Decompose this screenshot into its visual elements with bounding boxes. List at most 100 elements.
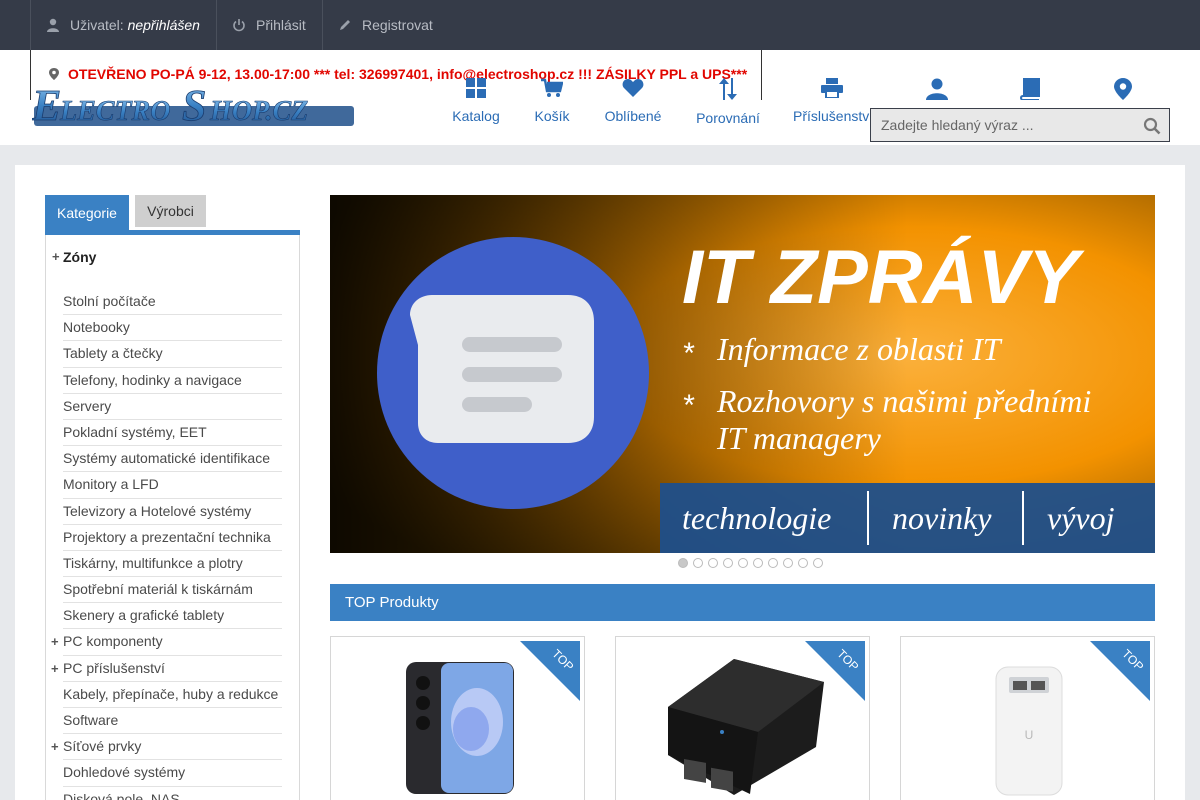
top-badge: TOP (1090, 641, 1150, 701)
nav-catalog-label: Katalog (452, 108, 500, 124)
slider-dot[interactable] (723, 558, 733, 568)
category-label: Televizory a Hotelové systémy (63, 502, 252, 519)
top-products-title: TOP Produkty (330, 584, 1155, 621)
category-label: Pokladní systémy, EET (63, 423, 207, 440)
nav-favorites-label: Oblíbené (604, 108, 662, 124)
category-item[interactable]: Pokladní systémy, EET (63, 420, 282, 447)
slider-dot[interactable] (678, 558, 688, 568)
category-item[interactable]: Telefony, hodinky a navigace (63, 368, 282, 394)
banner-headline: IT ZPRÁVY (682, 235, 1085, 320)
svg-text:S: S (182, 81, 206, 130)
slider-dot[interactable] (753, 558, 763, 568)
user-icon (47, 18, 59, 32)
nav-compare-label: Porovnání (696, 110, 760, 126)
category-label: Dohledové systémy (63, 764, 186, 781)
register-link[interactable]: Registrovat (322, 0, 452, 50)
electroshop-logo[interactable]: E LECTRO S HOP.CZ (32, 80, 357, 132)
nav-accessories[interactable]: Příslušenství (793, 78, 873, 124)
login-label: Přihlásit (256, 17, 306, 33)
banner-bullet-2a: Rozhovory s našimi předními (716, 383, 1091, 419)
slider-dots (678, 558, 823, 570)
top-badge: TOP (520, 641, 580, 701)
category-label: Kabely, přepínače, huby a redukce (63, 685, 279, 702)
category-item[interactable]: Televizory a Hotelové systémy (63, 499, 282, 525)
category-label: Síťové prvky (63, 738, 142, 755)
expand-plus-icon: + (51, 660, 59, 676)
nav-compare[interactable]: Porovnání (694, 78, 762, 126)
category-label: Tablety a čtečky (63, 345, 163, 362)
category-item[interactable]: Notebooky (63, 315, 282, 342)
category-item[interactable]: Tablety a čtečky (63, 341, 282, 368)
main-panel: Kategorie Výrobci + Zóny Stolní počítače… (15, 165, 1185, 800)
slider-dot[interactable] (798, 558, 808, 568)
svg-text:LECTRO: LECTRO (59, 96, 170, 127)
slider-dot[interactable] (813, 558, 823, 568)
product-card[interactable]: TOP (330, 636, 585, 800)
expand-plus-icon[interactable]: + (52, 249, 60, 264)
category-label: PC příslušenství (63, 659, 165, 676)
category-item[interactable]: Stolní počítače (63, 289, 282, 316)
search-icon[interactable] (1143, 117, 1161, 135)
nav-cart[interactable]: Košík (530, 78, 574, 124)
category-label: Disková pole, NAS (63, 790, 180, 800)
map-marker-icon[interactable] (1114, 78, 1132, 100)
slider-dot[interactable] (783, 558, 793, 568)
tab-manufacturers[interactable]: Výrobci (135, 195, 206, 227)
category-label: Telefony, hodinky a navigace (63, 371, 242, 388)
category-label: Notebooky (63, 319, 130, 336)
nav-catalog[interactable]: Katalog (450, 78, 502, 124)
category-label: Stolní počítače (63, 293, 156, 309)
nav-cart-label: Košík (534, 108, 570, 124)
category-item[interactable]: Systémy automatické identifikace (63, 446, 282, 473)
category-item[interactable]: Monitory a LFD (63, 472, 282, 499)
category-label: PC komponenty (63, 633, 163, 650)
banner-bullet-2b: IT managery (716, 420, 882, 456)
category-item[interactable]: + PC komponenty (51, 629, 282, 656)
slider-dot[interactable] (693, 558, 703, 568)
category-label: Monitory a LFD (63, 476, 159, 493)
svg-text:U: U (1025, 728, 1034, 742)
bullet-star-icon: * (682, 389, 695, 422)
nav-favorites[interactable]: Oblíbené (603, 78, 663, 124)
category-sidebar: + Zóny Stolní počítače Notebooky Tablety… (45, 235, 300, 800)
banner-footer-3: vývoj (1047, 500, 1115, 536)
user-status: Uživatel: nepřihlášen (30, 0, 217, 50)
top-bar: Uživatel: nepřihlášen Přihlásit Registro… (0, 0, 1200, 50)
category-item[interactable]: Projektory a prezentační technika (63, 525, 282, 551)
heart-icon (622, 79, 644, 97)
category-label: Software (63, 712, 119, 728)
header: OTEVŘENO PO-PÁ 9-12, 13.00-17:00 *** tel… (0, 50, 1200, 145)
sidebar-tabs: Kategorie Výrobci (45, 195, 300, 235)
slider-dot[interactable] (708, 558, 718, 568)
category-item[interactable]: Skenery a grafické tablety (63, 603, 282, 630)
category-item[interactable]: Software (63, 708, 282, 735)
product-card[interactable]: TOP (615, 636, 870, 800)
printer-icon (821, 78, 843, 98)
top-badge: TOP (805, 641, 865, 701)
slider-dot[interactable] (738, 558, 748, 568)
account-icon[interactable] (926, 78, 948, 100)
banner-footer-1: technologie (682, 500, 831, 536)
banner-bullet-1: Informace z oblasti IT (716, 331, 1003, 367)
book-icon[interactable] (1020, 78, 1040, 100)
category-item[interactable]: Kabely, přepínače, huby a redukce (63, 682, 282, 708)
category-item[interactable]: Tiskárny, multifunkce a plotry (63, 551, 282, 578)
news-banner[interactable]: IT ZPRÁVY * Informace z oblasti IT * Roz… (330, 195, 1155, 553)
compare-arrows-icon (719, 78, 737, 100)
slider-dot[interactable] (768, 558, 778, 568)
category-item[interactable]: Spotřební materiál k tiskárnám (63, 577, 282, 604)
bullet-star-icon: * (682, 337, 695, 370)
login-link[interactable]: Přihlásit (216, 0, 323, 50)
category-label: Spotřební materiál k tiskárnám (63, 581, 253, 598)
tab-categories[interactable]: Kategorie (45, 195, 129, 231)
category-item[interactable]: Dohledové systémy (63, 760, 282, 787)
zone-title[interactable]: Zóny (63, 249, 96, 265)
category-item[interactable]: Disková pole, NAS (63, 787, 282, 800)
category-item[interactable]: Servery (63, 394, 282, 420)
category-item[interactable]: + Síťové prvky (51, 734, 282, 761)
category-item[interactable]: + PC příslušenství (51, 656, 282, 682)
search-input[interactable] (871, 109, 1131, 141)
product-card[interactable]: U TOP (900, 636, 1155, 800)
svg-text:HOP.CZ: HOP.CZ (209, 96, 308, 127)
cart-icon (541, 78, 563, 97)
